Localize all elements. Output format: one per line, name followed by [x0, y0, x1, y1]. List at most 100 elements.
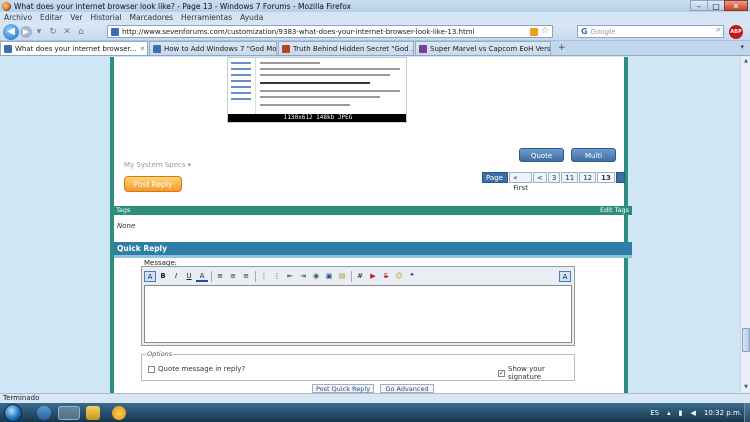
- window-titlebar: What does your internet browser look lik…: [0, 0, 750, 12]
- tray-expand-icon[interactable]: ▴: [667, 409, 671, 417]
- scroll-up-icon[interactable]: ▲: [742, 58, 750, 66]
- thumbnail-link: [231, 74, 251, 76]
- post-reply-button[interactable]: Post Reply: [124, 176, 182, 192]
- stop-icon[interactable]: ✕: [60, 27, 74, 37]
- indent-button[interactable]: ⇥: [297, 271, 309, 282]
- unordered-list-button[interactable]: ⋮: [271, 271, 283, 282]
- close-button[interactable]: ✕: [724, 0, 748, 11]
- outdent-button[interactable]: ⇤: [284, 271, 296, 282]
- start-button[interactable]: [4, 404, 22, 422]
- underline-button[interactable]: U: [183, 271, 195, 282]
- tab-god-mode[interactable]: How to Add Windows 7 "God Mode...: [149, 41, 277, 55]
- tab-what-does-your-browser[interactable]: What does your internet browser... ✕: [0, 41, 148, 55]
- show-signature-option[interactable]: ✓ Show your signature: [498, 365, 574, 381]
- folder-icon[interactable]: [86, 406, 100, 420]
- bookmark-star-icon[interactable]: ☆: [541, 26, 549, 36]
- strikethrough-icon[interactable]: S: [380, 271, 392, 282]
- font-icon[interactable]: A: [144, 270, 156, 282]
- status-text: Terminado: [3, 394, 40, 402]
- quick-reply-header: Quick Reply: [114, 242, 632, 258]
- show-desktop-button[interactable]: [744, 403, 750, 422]
- system-specs-link[interactable]: My System Specs ▾: [124, 161, 191, 169]
- toolbar-separator: [255, 270, 256, 282]
- attachment-thumbnail[interactable]: 1130x612 148kb JPEG: [227, 57, 407, 123]
- tab-close-icon[interactable]: ✕: [136, 45, 145, 53]
- search-box[interactable]: G Google ⌕: [577, 25, 724, 38]
- maximize-button[interactable]: □: [707, 0, 725, 11]
- page-3[interactable]: 3: [547, 172, 561, 183]
- tab-super-marvel[interactable]: Super Marvel vs Capcom EoH Versi...: [415, 41, 551, 55]
- reload-icon[interactable]: ↻: [46, 27, 60, 37]
- quote-icon[interactable]: ❝: [406, 271, 418, 282]
- smilies-icon[interactable]: ☺: [393, 271, 405, 282]
- menu-editar[interactable]: Editar: [36, 13, 66, 22]
- menu-archivo[interactable]: Archivo: [0, 13, 36, 22]
- align-center-button[interactable]: ≡: [227, 271, 239, 282]
- text-color-button[interactable]: A: [196, 271, 208, 282]
- switch-editor-mode-icon[interactable]: A: [559, 270, 571, 282]
- address-bar[interactable]: http://www.sevenforums.com/customization…: [107, 25, 553, 38]
- bold-button[interactable]: B: [157, 271, 169, 282]
- adblock-plus-icon[interactable]: ABP: [729, 25, 743, 39]
- align-left-button[interactable]: ≡: [214, 271, 226, 282]
- internet-explorer-icon[interactable]: [37, 406, 51, 420]
- go-advanced-button[interactable]: Go Advanced: [380, 384, 434, 393]
- show-signature-checkbox[interactable]: ✓: [498, 369, 505, 377]
- scrollbar-thumb[interactable]: [742, 328, 750, 352]
- messenger-icon[interactable]: [112, 406, 126, 420]
- dropdown-icon[interactable]: ▾: [32, 27, 46, 37]
- page-label: Page 13 of 13: [482, 172, 509, 202]
- network-icon[interactable]: ▮: [679, 409, 683, 417]
- google-icon[interactable]: G: [581, 27, 588, 36]
- minimize-button[interactable]: –: [690, 0, 708, 11]
- language-indicator[interactable]: ES: [650, 409, 659, 417]
- insert-link-icon[interactable]: ◉: [310, 271, 322, 282]
- scroll-down-icon[interactable]: ▼: [742, 384, 750, 392]
- quote-message-checkbox[interactable]: [148, 365, 155, 373]
- tab-favicon-icon: [4, 44, 12, 53]
- volume-icon[interactable]: ◀: [690, 409, 695, 417]
- ordered-list-button[interactable]: ⋮: [258, 271, 270, 282]
- tab-list-button[interactable]: ▾: [740, 43, 744, 51]
- firefox-taskbar-icon[interactable]: [58, 406, 80, 420]
- youtube-icon[interactable]: ▶: [367, 271, 379, 282]
- clock[interactable]: 10:32 p.m.: [704, 409, 742, 417]
- menu-marcadores[interactable]: Marcadores: [126, 13, 178, 22]
- insert-attachment-icon[interactable]: ▤: [336, 271, 348, 282]
- new-tab-button[interactable]: +: [558, 43, 566, 53]
- post-quick-reply-button[interactable]: Post Quick Reply: [312, 384, 374, 393]
- edit-tags-link[interactable]: Edit Tags: [600, 206, 629, 215]
- menu-ayuda[interactable]: Ayuda: [236, 13, 267, 22]
- insert-image-icon[interactable]: ▣: [323, 271, 335, 282]
- italic-button[interactable]: I: [170, 271, 182, 282]
- forward-button[interactable]: ▶: [20, 25, 32, 38]
- page-13[interactable]: 13: [597, 172, 615, 183]
- page-12[interactable]: 12: [579, 172, 597, 183]
- page-prev[interactable]: <: [532, 172, 547, 183]
- address-url[interactable]: http://www.sevenforums.com/customization…: [122, 28, 475, 36]
- page-first[interactable]: « First: [509, 172, 532, 192]
- menu-herramientas[interactable]: Herramientas: [177, 13, 236, 22]
- menu-ver[interactable]: Ver: [66, 13, 86, 22]
- quote-button[interactable]: Quote: [519, 148, 564, 162]
- message-textarea[interactable]: [144, 285, 572, 343]
- rss-icon[interactable]: [530, 28, 538, 36]
- search-icon[interactable]: ⌕: [716, 25, 721, 35]
- multi-quote-button[interactable]: Multi: [571, 148, 616, 162]
- system-tray: ES ▴ ▮ ◀ 10:32 p.m.: [642, 403, 742, 422]
- tab-bar: What does your internet browser... ✕ How…: [0, 41, 750, 56]
- back-button[interactable]: ◀: [3, 23, 19, 40]
- thumbnail-line: [260, 96, 380, 98]
- align-right-button[interactable]: ≡: [240, 271, 252, 282]
- navigation-bar: ◀ ▶ ▾ ↻ ✕ ⌂ http://www.sevenforums.com/c…: [0, 23, 750, 41]
- tab-truth-behind-secret[interactable]: Truth Behind Hidden Secret "God ...: [278, 41, 414, 55]
- quote-message-label: Quote message in reply?: [158, 365, 246, 373]
- quote-message-option[interactable]: Quote message in reply?: [148, 365, 245, 373]
- menu-bar: Archivo Editar Ver Historial Marcadores …: [0, 12, 750, 23]
- wrap-code-icon[interactable]: #: [354, 271, 366, 282]
- menu-historial[interactable]: Historial: [87, 13, 126, 22]
- page-11[interactable]: 11: [561, 172, 579, 183]
- home-icon[interactable]: ⌂: [74, 27, 88, 37]
- vertical-scrollbar[interactable]: ▲ ▼: [740, 57, 750, 393]
- thumbnail-link: [231, 80, 251, 82]
